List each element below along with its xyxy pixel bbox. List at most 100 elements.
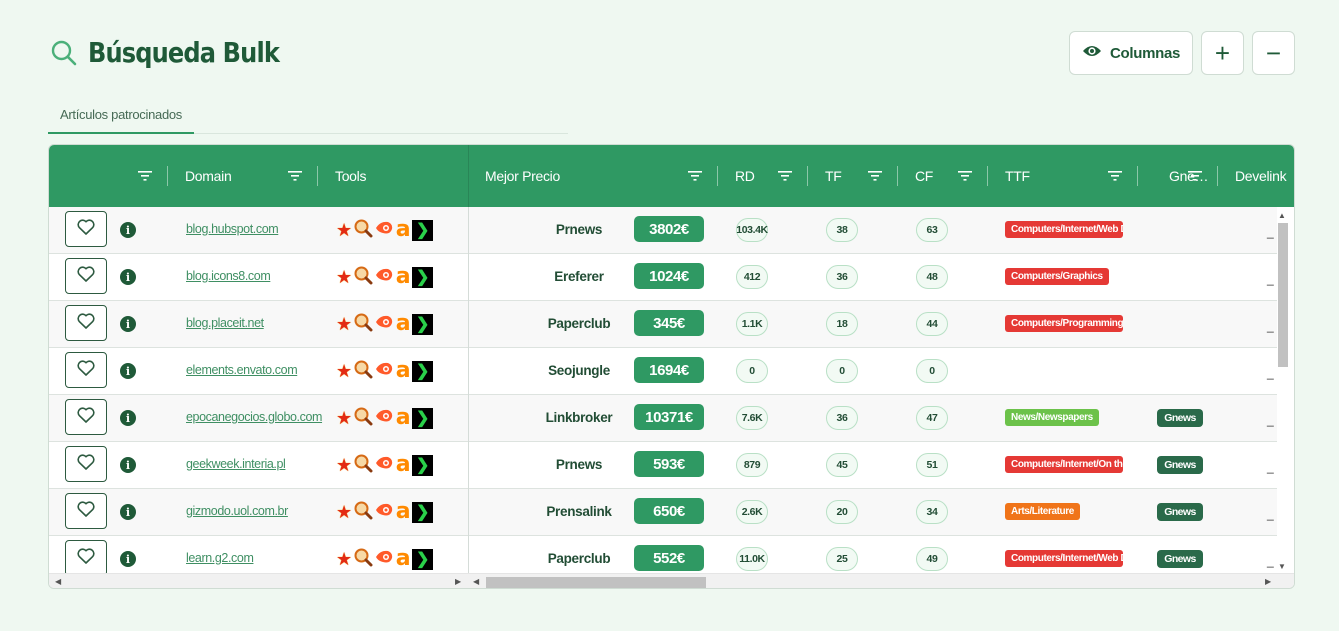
flame-icon[interactable] bbox=[374, 359, 394, 384]
domain-link[interactable]: blog.hubspot.com bbox=[186, 222, 279, 236]
table-row[interactable]: i blog.placeit.net ★ a ❯ Paperclub 345€ … bbox=[49, 301, 1277, 348]
chevron-box-icon[interactable]: ❯ bbox=[412, 266, 434, 288]
flame-icon[interactable] bbox=[374, 406, 394, 431]
ahrefs-a-icon[interactable]: a bbox=[395, 266, 411, 288]
columns-button[interactable]: Columnas bbox=[1069, 31, 1193, 75]
header-tf[interactable]: TF bbox=[825, 145, 842, 207]
star-icon[interactable]: ★ bbox=[336, 455, 352, 475]
flame-icon[interactable] bbox=[374, 500, 394, 525]
ahrefs-a-icon[interactable]: a bbox=[395, 360, 411, 382]
horizontal-scroll-thumb[interactable] bbox=[486, 577, 706, 588]
filter-icon[interactable] bbox=[138, 169, 152, 183]
price-badge[interactable]: 650€ bbox=[634, 498, 704, 524]
filter-icon[interactable] bbox=[778, 169, 792, 183]
magnifier-icon[interactable] bbox=[353, 547, 373, 572]
ahrefs-a-icon[interactable]: a bbox=[395, 501, 411, 523]
flame-icon[interactable] bbox=[374, 547, 394, 572]
chevron-box-icon[interactable]: ❯ bbox=[412, 407, 434, 429]
ahrefs-a-icon[interactable]: a bbox=[395, 219, 411, 241]
filter-icon[interactable] bbox=[688, 169, 702, 183]
favorite-button[interactable] bbox=[65, 352, 107, 388]
magnifier-icon[interactable] bbox=[353, 453, 373, 478]
table-row[interactable]: i elements.envato.com ★ a ❯ Seojungle 16… bbox=[49, 348, 1277, 395]
flame-icon[interactable] bbox=[374, 453, 394, 478]
price-badge[interactable]: 3802€ bbox=[634, 216, 704, 242]
favorite-button[interactable] bbox=[65, 258, 107, 294]
filter-icon[interactable] bbox=[1188, 169, 1202, 183]
vertical-scroll-thumb[interactable] bbox=[1278, 223, 1288, 367]
chevron-box-icon[interactable]: ❯ bbox=[412, 501, 434, 523]
table-row[interactable]: i blog.hubspot.com ★ a ❯ Prnews 3802€ 10… bbox=[49, 207, 1277, 254]
table-row[interactable]: i geekweek.interia.pl ★ a ❯ Prnews 593€ … bbox=[49, 442, 1277, 489]
chevron-box-icon[interactable]: ❯ bbox=[412, 219, 434, 241]
horizontal-scrollbar[interactable]: ◀ ▶ ◀ ▶ bbox=[49, 573, 1294, 588]
scroll-left-icon[interactable]: ◀ bbox=[55, 577, 61, 586]
favorite-button[interactable] bbox=[65, 211, 107, 247]
scroll-right-icon[interactable]: ▶ bbox=[455, 577, 461, 586]
star-icon[interactable]: ★ bbox=[336, 361, 352, 381]
star-icon[interactable]: ★ bbox=[336, 408, 352, 428]
favorite-button[interactable] bbox=[65, 305, 107, 341]
flame-icon[interactable] bbox=[374, 265, 394, 290]
chevron-box-icon[interactable]: ❯ bbox=[412, 360, 434, 382]
info-icon[interactable]: i bbox=[120, 504, 136, 520]
filter-icon[interactable] bbox=[868, 169, 882, 183]
magnifier-icon[interactable] bbox=[353, 500, 373, 525]
info-icon[interactable]: i bbox=[120, 316, 136, 332]
flame-icon[interactable] bbox=[374, 312, 394, 337]
scroll-left-icon[interactable]: ◀ bbox=[473, 577, 479, 586]
favorite-button[interactable] bbox=[65, 399, 107, 435]
star-icon[interactable]: ★ bbox=[336, 549, 352, 569]
domain-link[interactable]: geekweek.interia.pl bbox=[186, 457, 286, 471]
domain-link[interactable]: elements.envato.com bbox=[186, 363, 298, 377]
price-badge[interactable]: 1694€ bbox=[634, 357, 704, 383]
header-ttf[interactable]: TTF bbox=[1005, 145, 1030, 207]
scroll-down-icon[interactable]: ▼ bbox=[1278, 562, 1286, 571]
header-domain[interactable]: Domain bbox=[185, 145, 232, 207]
ahrefs-a-icon[interactable]: a bbox=[395, 548, 411, 570]
table-row[interactable]: i blog.icons8.com ★ a ❯ Ereferer 1024€ 4… bbox=[49, 254, 1277, 301]
price-badge[interactable]: 552€ bbox=[634, 545, 704, 571]
price-badge[interactable]: 593€ bbox=[634, 451, 704, 477]
price-badge[interactable]: 1024€ bbox=[634, 263, 704, 289]
filter-icon[interactable] bbox=[1108, 169, 1122, 183]
filter-icon[interactable] bbox=[288, 169, 302, 183]
magnifier-icon[interactable] bbox=[353, 359, 373, 384]
magnifier-icon[interactable] bbox=[353, 406, 373, 431]
ahrefs-a-icon[interactable]: a bbox=[395, 454, 411, 476]
ahrefs-a-icon[interactable]: a bbox=[395, 407, 411, 429]
scroll-right-icon[interactable]: ▶ bbox=[1265, 577, 1271, 586]
header-tools[interactable]: Tools bbox=[335, 145, 366, 207]
header-develink[interactable]: Develink bbox=[1235, 145, 1287, 207]
info-icon[interactable]: i bbox=[120, 551, 136, 567]
ahrefs-a-icon[interactable]: a bbox=[395, 313, 411, 335]
magnifier-icon[interactable] bbox=[353, 218, 373, 243]
magnifier-icon[interactable] bbox=[353, 312, 373, 337]
tab-sponsored-articles[interactable]: Artículos patrocinados bbox=[48, 96, 194, 134]
price-badge[interactable]: 345€ bbox=[634, 310, 704, 336]
chevron-box-icon[interactable]: ❯ bbox=[412, 454, 434, 476]
star-icon[interactable]: ★ bbox=[336, 267, 352, 287]
favorite-button[interactable] bbox=[65, 540, 107, 573]
star-icon[interactable]: ★ bbox=[336, 502, 352, 522]
add-button[interactable]: + bbox=[1201, 31, 1244, 75]
domain-link[interactable]: blog.placeit.net bbox=[186, 316, 264, 330]
star-icon[interactable]: ★ bbox=[336, 314, 352, 334]
favorite-button[interactable] bbox=[65, 446, 107, 482]
table-row[interactable]: i gizmodo.uol.com.br ★ a ❯ Prensalink 65… bbox=[49, 489, 1277, 536]
vertical-scrollbar[interactable]: ▲ ▼ bbox=[1276, 211, 1288, 571]
chevron-box-icon[interactable]: ❯ bbox=[412, 313, 434, 335]
favorite-button[interactable] bbox=[65, 493, 107, 529]
info-icon[interactable]: i bbox=[120, 222, 136, 238]
flame-icon[interactable] bbox=[374, 218, 394, 243]
info-icon[interactable]: i bbox=[120, 410, 136, 426]
domain-link[interactable]: learn.g2.com bbox=[186, 551, 254, 565]
magnifier-icon[interactable] bbox=[353, 265, 373, 290]
table-row[interactable]: i learn.g2.com ★ a ❯ Paperclub 552€ 11.0… bbox=[49, 536, 1277, 573]
info-icon[interactable]: i bbox=[120, 269, 136, 285]
info-icon[interactable]: i bbox=[120, 363, 136, 379]
chevron-box-icon[interactable]: ❯ bbox=[412, 548, 434, 570]
domain-link[interactable]: epocanegocios.globo.com bbox=[186, 410, 322, 424]
domain-link[interactable]: gizmodo.uol.com.br bbox=[186, 504, 288, 518]
price-badge[interactable]: 10371€ bbox=[634, 404, 704, 430]
